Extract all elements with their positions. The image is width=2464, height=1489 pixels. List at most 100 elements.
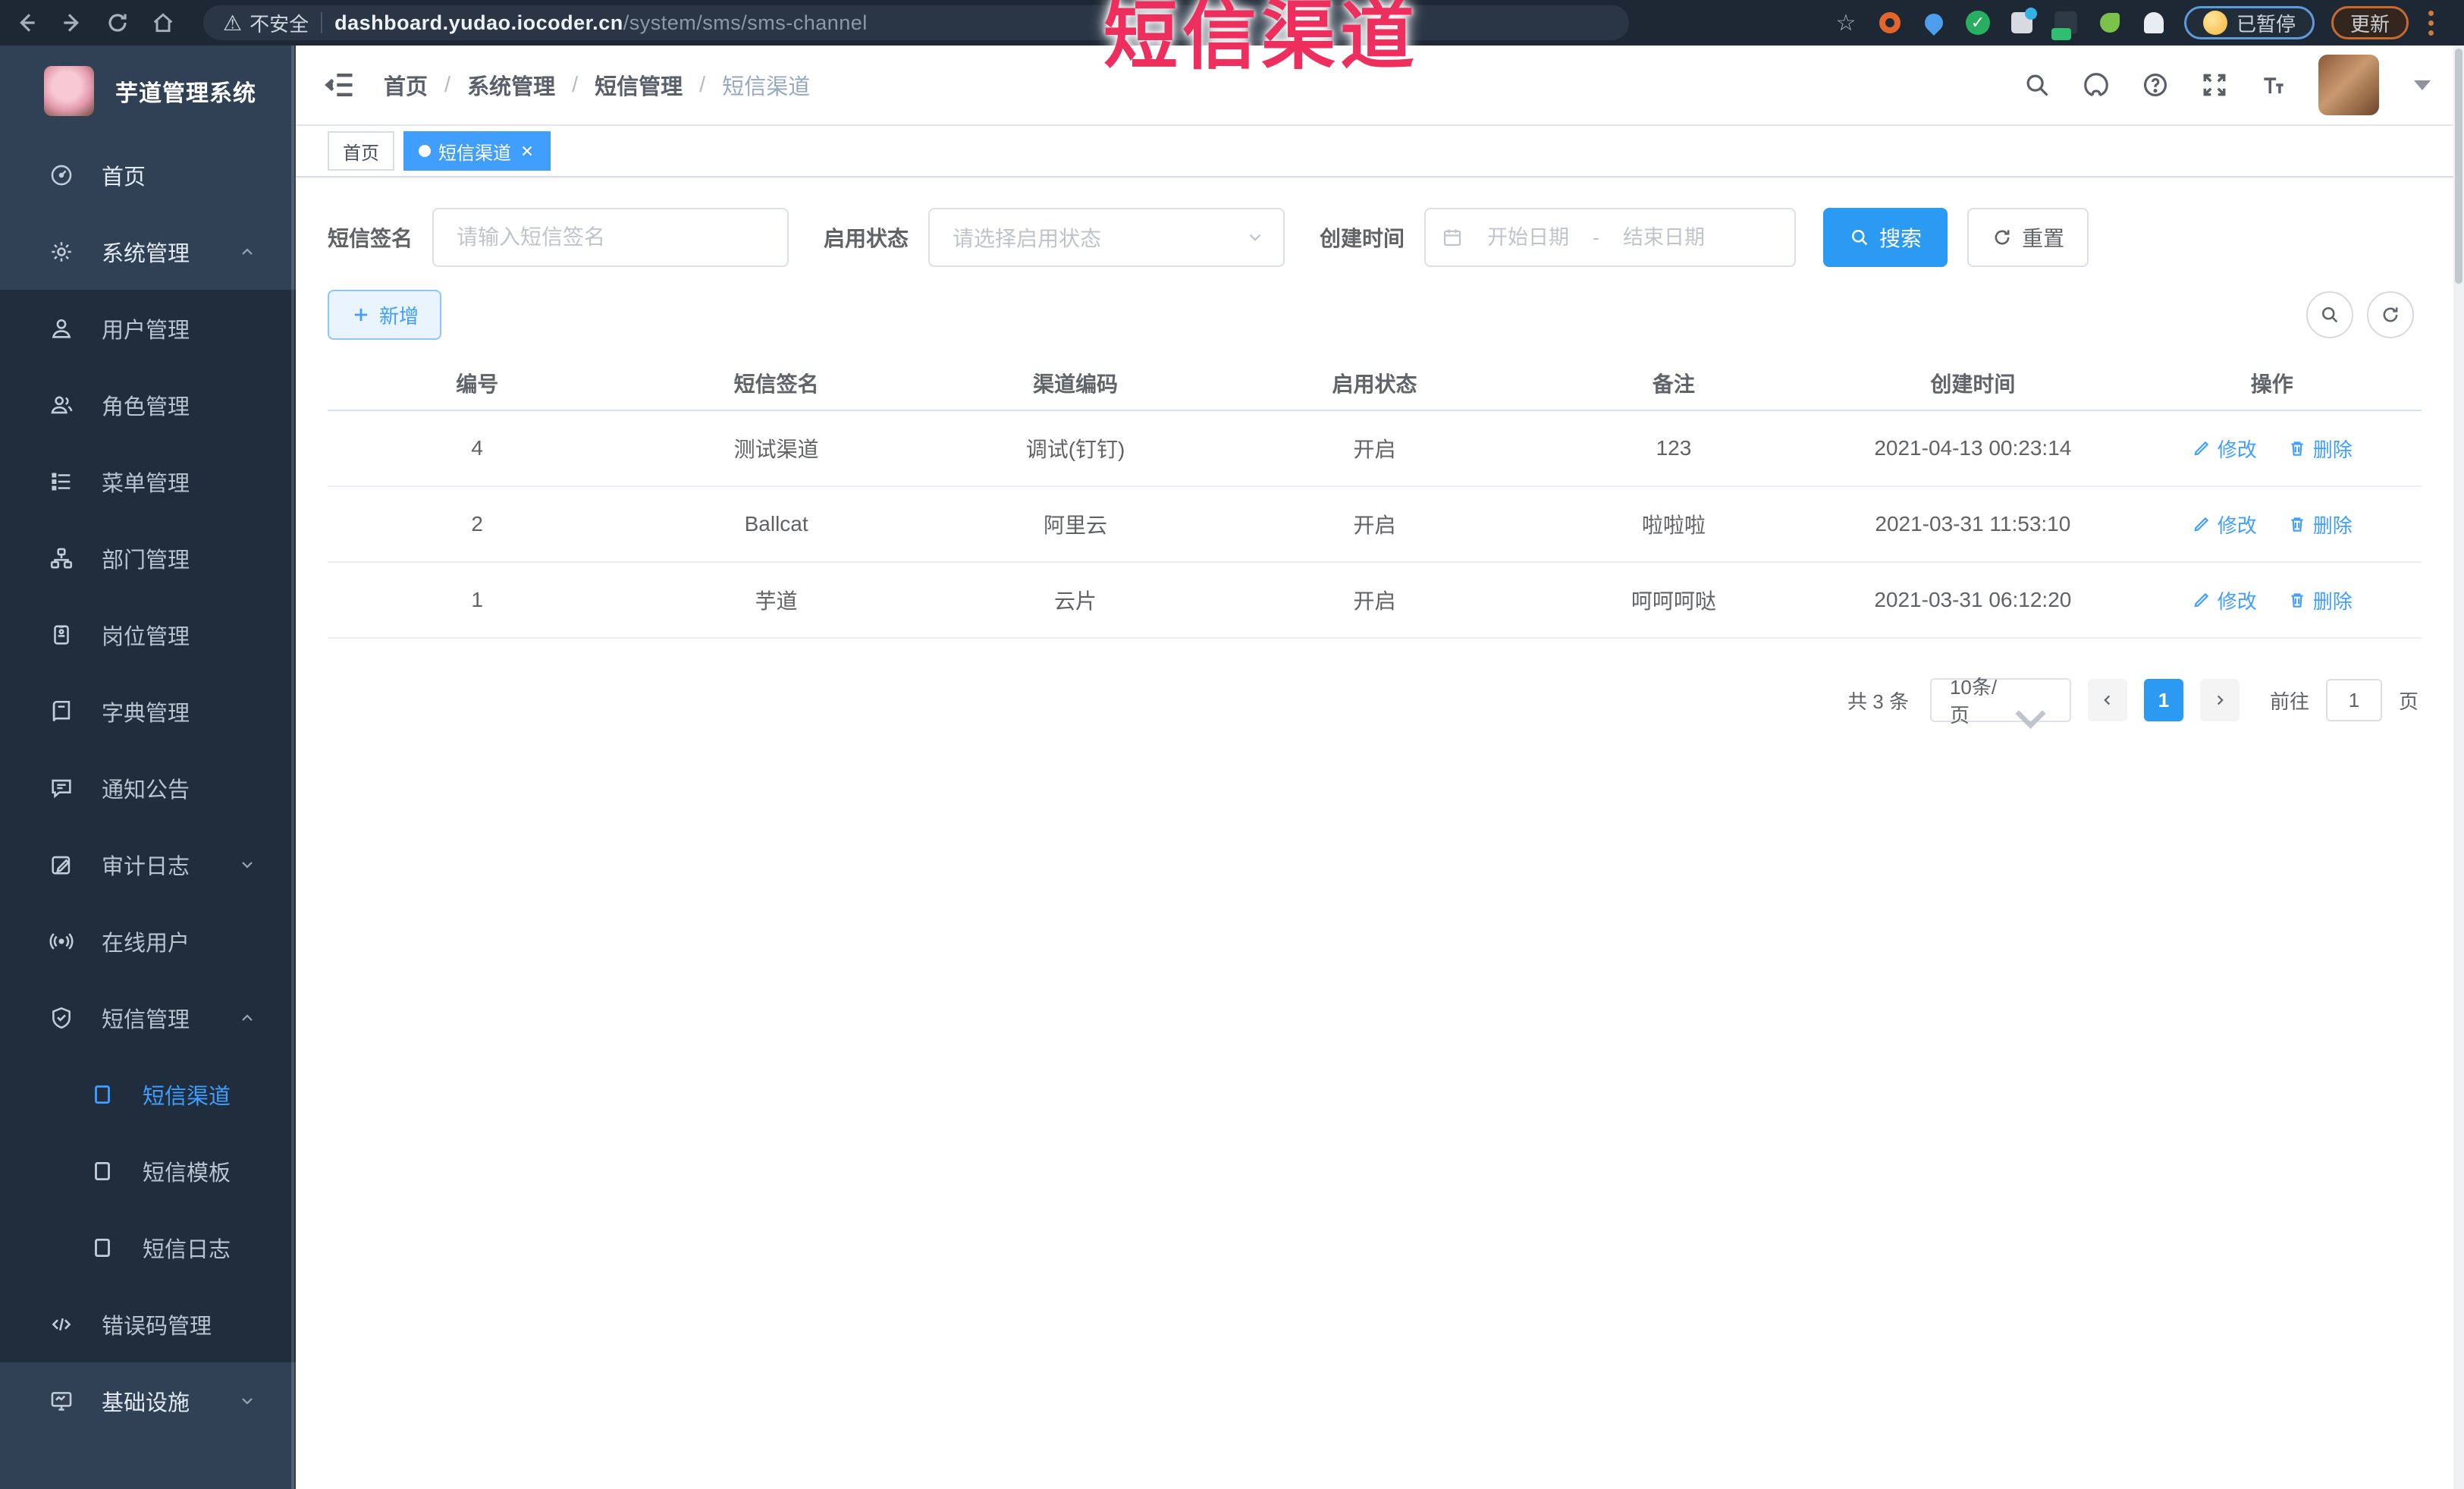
sidebar-item-error-codes[interactable]: 错误码管理 — [0, 1286, 296, 1362]
sidebar-item-label: 用户管理 — [102, 318, 190, 343]
delete-link[interactable]: 删除 — [2287, 586, 2353, 614]
question-icon[interactable] — [2141, 71, 2170, 99]
close-icon[interactable] — [519, 143, 535, 159]
breadcrumb-home[interactable]: 首页 — [384, 69, 428, 101]
edit-link[interactable]: 修改 — [2192, 510, 2257, 539]
sidebar-item-home[interactable]: 首页 — [0, 137, 296, 213]
sidebar-item-posts[interactable]: 岗位管理 — [0, 596, 296, 673]
sidebar-item-system[interactable]: 系统管理 — [0, 213, 296, 290]
sms-channel-table: 编号 短信签名 渠道编码 启用状态 备注 创建时间 操作 4 测试渠道 调试(钉… — [328, 357, 2422, 639]
fullscreen-icon[interactable] — [2200, 71, 2229, 99]
delete-link[interactable]: 删除 — [2287, 510, 2353, 539]
paused-extension-pill[interactable]: 已暂停 — [2183, 6, 2315, 39]
sidebar-item-users[interactable]: 用户管理 — [0, 290, 296, 366]
end-date-input[interactable] — [1607, 225, 1722, 250]
sidebar-item-roles[interactable]: 角色管理 — [0, 366, 296, 443]
status-select-placeholder: 请选择启用状态 — [953, 227, 1102, 250]
org-tree-icon — [49, 545, 74, 571]
add-button[interactable]: 新增 — [328, 290, 442, 340]
sidebar-item-sms-template[interactable]: 短信模板 — [0, 1132, 296, 1209]
search-button[interactable]: 搜索 — [1823, 208, 1948, 267]
reset-button[interactable]: 重置 — [1967, 208, 2089, 267]
page-number-1[interactable]: 1 — [2143, 679, 2183, 721]
browser-home-icon[interactable] — [144, 6, 182, 39]
page-scrollbar[interactable] — [2453, 46, 2464, 1489]
calendar-icon — [1441, 226, 1464, 249]
sidebar-item-notices[interactable]: 通知公告 — [0, 749, 296, 826]
delete-link-label: 删除 — [2312, 589, 2353, 613]
sidebar-item-label: 字典管理 — [102, 701, 190, 726]
font-size-icon[interactable] — [2259, 71, 2288, 99]
browser-menu-icon[interactable] — [2428, 10, 2434, 36]
refresh-table-button[interactable] — [2367, 291, 2414, 338]
cell-status: 开启 — [1353, 589, 1396, 613]
browser-update-button[interactable]: 更新 — [2331, 6, 2409, 39]
table-row: 2 Ballcat 阿里云 开启 啦啦啦 2021-03-31 11:53:10… — [328, 487, 2422, 563]
sidebar-item-audit-logs[interactable]: 审计日志 — [0, 826, 296, 903]
app-logo-row[interactable]: 芋道管理系统 — [0, 46, 296, 137]
edit-link[interactable]: 修改 — [2192, 435, 2257, 463]
sidebar-item-menus[interactable]: 菜单管理 — [0, 443, 296, 520]
search-icon — [1849, 227, 1870, 248]
goto-page-input[interactable] — [2325, 679, 2382, 721]
scrollbar-thumb[interactable] — [2455, 49, 2462, 284]
sidebar-collapse-icon[interactable] — [323, 68, 356, 102]
sidebar-item-label: 系统管理 — [102, 241, 190, 266]
sidebar-item-depts[interactable]: 部门管理 — [0, 520, 296, 596]
extension-grid-icon[interactable] — [2008, 8, 2037, 36]
broadcast-icon — [49, 928, 74, 954]
cell-created: 2021-03-31 11:53:10 — [1875, 512, 2071, 536]
user-avatar[interactable] — [2318, 55, 2379, 115]
sidebar-item-label: 岗位管理 — [102, 624, 190, 649]
browser-reload-icon[interactable] — [99, 6, 137, 39]
sidebar-item-dicts[interactable]: 字典管理 — [0, 673, 296, 749]
search-icon[interactable] — [2023, 71, 2051, 99]
breadcrumb-sms[interactable]: 短信管理 — [595, 69, 683, 101]
delete-link[interactable]: 删除 — [2287, 435, 2353, 463]
extension-check-icon[interactable]: ✓ — [1964, 9, 1992, 36]
breadcrumb-system[interactable]: 系统管理 — [467, 69, 555, 101]
sidebar-item-infrastructure[interactable]: 基础设施 — [0, 1362, 296, 1439]
next-page-button[interactable] — [2199, 679, 2240, 721]
tag-sms-channel[interactable]: 短信渠道 — [403, 131, 551, 171]
sidebar-item-online-users[interactable]: 在线用户 — [0, 903, 296, 979]
sidebar-item-sms[interactable]: 短信管理 — [0, 979, 296, 1056]
breadcrumb-separator: / — [572, 72, 579, 97]
bookmark-star-icon[interactable]: ☆ — [1832, 9, 1860, 36]
show-search-button[interactable] — [2306, 291, 2353, 338]
sidebar-item-sms-log[interactable]: 短信日志 — [0, 1209, 296, 1286]
sidebar-item-label: 菜单管理 — [102, 471, 190, 496]
sidebar-item-label: 通知公告 — [102, 777, 190, 803]
page-size-select[interactable]: 10条/页 — [1929, 676, 2071, 729]
browser-forward-icon[interactable] — [53, 6, 91, 39]
goto-label: 前往 — [2269, 690, 2309, 713]
extension-onoff-icon[interactable] — [2051, 9, 2079, 40]
divider — [321, 12, 323, 33]
date-range-picker[interactable]: - — [1424, 208, 1797, 267]
sidebar-item-sms-channel[interactable]: 短信渠道 — [0, 1056, 296, 1132]
sidebar-item-label: 短信日志 — [143, 1237, 231, 1262]
extension-ghost-icon[interactable] — [2140, 9, 2167, 36]
table-toolbar: 新增 — [328, 290, 2422, 340]
status-select[interactable]: 请选择启用状态 — [928, 208, 1285, 267]
cell-remark: 123 — [1656, 436, 1692, 460]
extension-leaf-icon[interactable] — [2096, 9, 2123, 36]
chevron-down-icon — [238, 856, 256, 874]
github-icon[interactable] — [2082, 71, 2111, 99]
sign-input[interactable] — [432, 208, 789, 267]
extension-orange-icon[interactable] — [1876, 9, 1904, 36]
emoji-icon — [2202, 11, 2227, 35]
caret-down-icon[interactable] — [2414, 80, 2431, 90]
security-chip[interactable]: ⚠ 不安全 — [223, 9, 309, 37]
app-navbar: 首页 / 系统管理 / 短信管理 / 短信渠道 — [296, 46, 2453, 126]
prev-page-button[interactable] — [2087, 679, 2127, 721]
browser-address-bar[interactable]: ⚠ 不安全 dashboard.yudao.iocoder.cn/system/… — [203, 5, 1629, 40]
tag-home[interactable]: 首页 — [328, 131, 394, 171]
cell-id: 2 — [471, 512, 483, 536]
dashboard-icon — [49, 162, 74, 188]
extension-pin-icon[interactable] — [1920, 9, 1948, 36]
start-date-input[interactable] — [1471, 225, 1586, 250]
url-text[interactable]: dashboard.yudao.iocoder.cn/system/sms/sm… — [334, 11, 868, 35]
browser-back-icon[interactable] — [8, 6, 46, 39]
edit-link[interactable]: 修改 — [2192, 586, 2257, 614]
